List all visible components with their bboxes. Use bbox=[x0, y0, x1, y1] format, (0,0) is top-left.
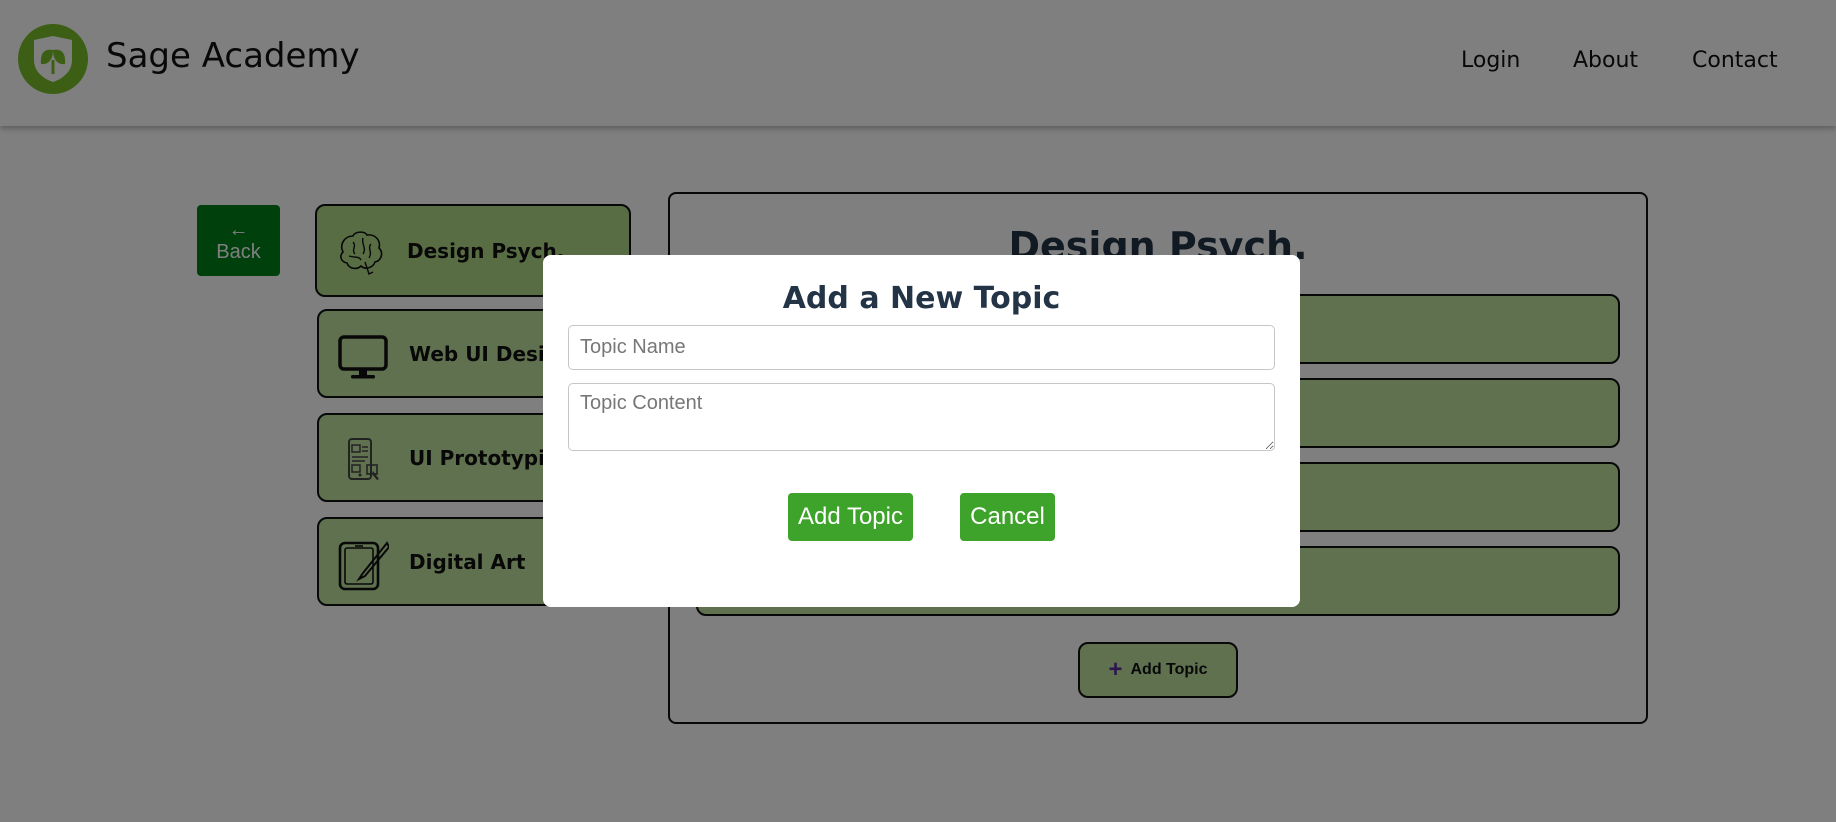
add-topic-submit-button[interactable]: Add Topic bbox=[788, 493, 913, 541]
modal-title: Add a New Topic bbox=[782, 281, 1061, 316]
topic-name-input[interactable] bbox=[568, 325, 1275, 370]
add-topic-modal: Add a New Topic Add Topic Cancel bbox=[543, 255, 1300, 607]
cancel-button[interactable]: Cancel bbox=[960, 493, 1055, 541]
topic-content-textarea[interactable] bbox=[568, 383, 1275, 451]
